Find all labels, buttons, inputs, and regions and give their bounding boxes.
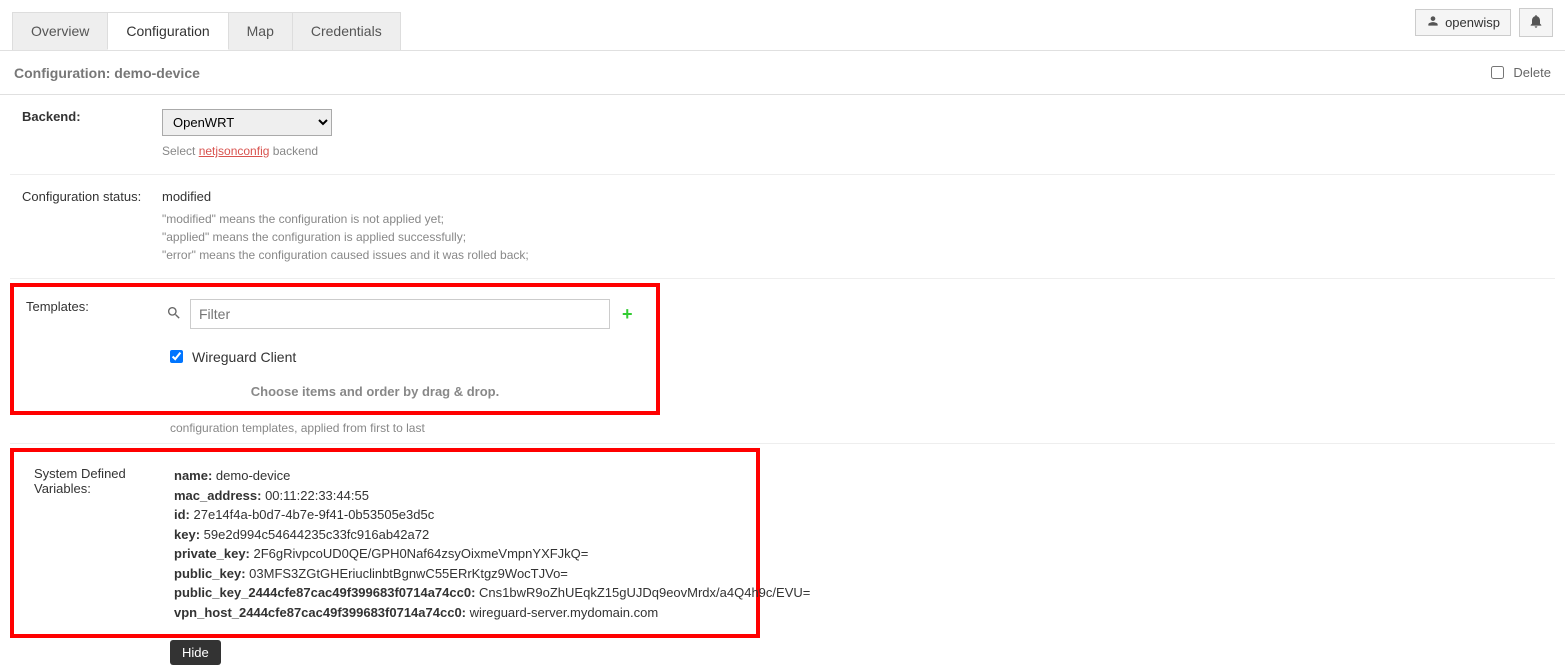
sysvar-item: private_key: 2F6gRivpcoUD0QE/GPH0Naf64zs…	[174, 544, 810, 564]
tab-map[interactable]: Map	[228, 12, 293, 50]
user-icon	[1426, 14, 1440, 31]
sysvar-item: vpn_host_2444cfe87cac49f399683f0714a74cc…	[174, 603, 810, 623]
config-status-help: "modified" means the configuration is no…	[162, 210, 1543, 264]
template-item-label: Wireguard Client	[192, 349, 296, 365]
delete-checkbox[interactable]	[1491, 66, 1504, 79]
templates-label: Templates:	[26, 299, 166, 409]
page-title: Configuration: demo-device	[14, 65, 200, 81]
sysvar-item: public_key_2444cfe87cac49f399683f0714a74…	[174, 583, 810, 603]
backend-label: Backend:	[22, 109, 162, 160]
sysvar-item: id: 27e14f4a-b0d7-4b7e-9f41-0b53505e3d5c	[174, 505, 810, 525]
sysvar-item: public_key: 03MFS3ZGtGHEriuclinbtBgnwC55…	[174, 564, 810, 584]
sysvars-label: System Defined Variables:	[34, 466, 174, 622]
search-icon	[166, 305, 182, 324]
bell-icon	[1528, 16, 1544, 32]
templates-drag-help: Choose items and order by drag & drop.	[166, 384, 644, 399]
sysvar-item: name: demo-device	[174, 466, 810, 486]
sysvars-list: name: demo-device mac_address: 00:11:22:…	[174, 466, 810, 622]
config-status-value: modified	[162, 189, 1543, 204]
templates-applied-help: configuration templates, applied from fi…	[170, 419, 1555, 437]
sysvar-item: key: 59e2d994c54644235c33fc916ab42a72	[174, 525, 810, 545]
sysvar-item: mac_address: 00:11:22:33:44:55	[174, 486, 810, 506]
tab-bar: Overview Configuration Map Credentials	[0, 0, 1565, 51]
backend-help: Select netjsonconfig backend	[162, 142, 1543, 160]
hide-button[interactable]: Hide	[170, 640, 221, 665]
notifications-button[interactable]	[1519, 8, 1553, 37]
user-name: openwisp	[1445, 15, 1500, 30]
template-checkbox-wireguard[interactable]	[170, 350, 183, 363]
netjsonconfig-link[interactable]: netjsonconfig	[199, 144, 270, 158]
add-template-button[interactable]: +	[622, 304, 633, 325]
templates-filter-input[interactable]	[190, 299, 610, 329]
tab-overview[interactable]: Overview	[12, 12, 108, 50]
tab-configuration[interactable]: Configuration	[107, 12, 228, 50]
delete-label: Delete	[1513, 65, 1551, 80]
delete-section: Delete	[1487, 63, 1551, 82]
backend-select[interactable]: OpenWRT	[162, 109, 332, 136]
tab-credentials[interactable]: Credentials	[292, 12, 401, 50]
user-menu-button[interactable]: openwisp	[1415, 9, 1511, 36]
config-status-label: Configuration status:	[22, 189, 162, 264]
